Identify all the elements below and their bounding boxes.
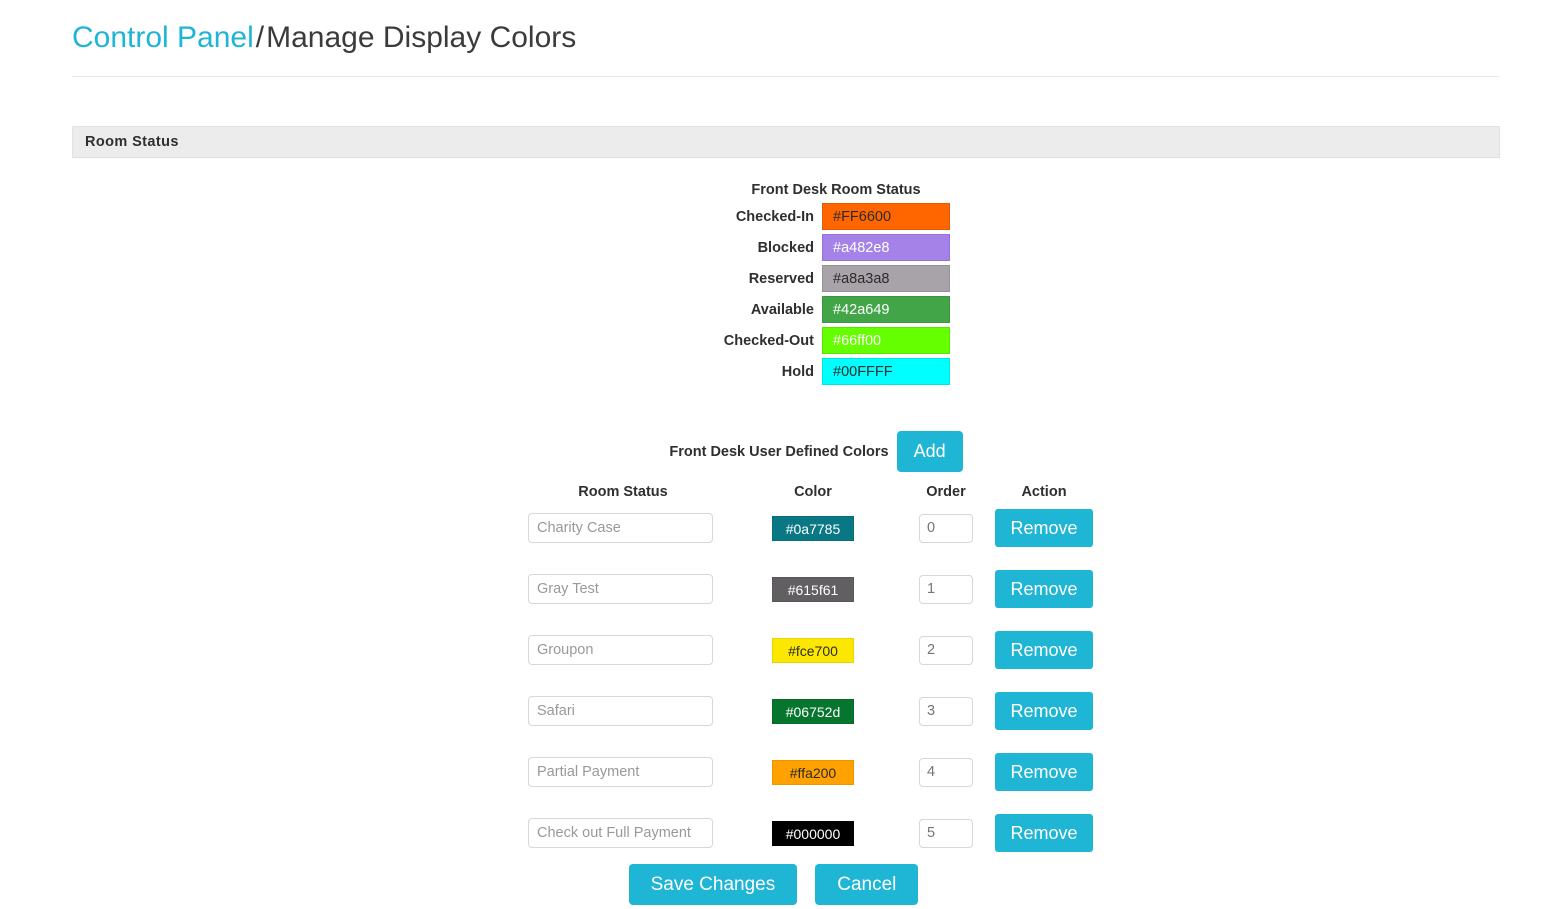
order-input[interactable]: [919, 818, 973, 848]
builtin-label-blocked: Blocked: [757, 239, 814, 256]
builtin-color-swatch-blocked[interactable]: #a482e8: [822, 234, 950, 261]
builtin-room-status-block: Front Desk Room Status Checked-In #FF660…: [72, 182, 1500, 385]
builtin-row: Checked-In #FF6600: [72, 203, 1500, 230]
column-header-action: Action: [1021, 484, 1067, 500]
cell-order: [908, 692, 984, 753]
builtin-section-title: Front Desk Room Status: [751, 182, 921, 198]
cell-order: [908, 753, 984, 814]
breadcrumb-separator: /: [255, 21, 265, 54]
remove-button[interactable]: Remove: [995, 814, 1093, 852]
remove-button[interactable]: Remove: [995, 509, 1093, 547]
builtin-row: Hold #00FFFF: [72, 358, 1500, 385]
page-title: Manage Display Colors: [266, 21, 577, 54]
room-status-input[interactable]: [528, 513, 713, 543]
user-defined-colors-table-wrapper: Room Status Color Order Action Charity C…: [72, 480, 1500, 875]
color-swatch[interactable]: #06752d: [772, 698, 854, 724]
column-header-color: Color: [794, 484, 832, 500]
builtin-color-swatch-hold[interactable]: #00FFFF: [822, 358, 950, 385]
cell-color: #ffa200: [718, 753, 908, 814]
builtin-label-reserved: Reserved: [748, 270, 814, 287]
cell-room-status: [528, 570, 718, 631]
table-body: #0a7785 Remove: [528, 509, 1104, 875]
room-status-input[interactable]: [528, 818, 713, 848]
cell-room-status: [528, 631, 718, 692]
cell-action: Remove: [984, 509, 1104, 570]
builtin-row: Blocked #a482e8: [72, 234, 1500, 261]
builtin-label-checked-in: Checked-In: [735, 208, 814, 225]
remove-button[interactable]: Remove: [995, 692, 1093, 730]
order-input[interactable]: [919, 635, 973, 665]
column-header-order: Order: [926, 484, 966, 500]
cell-action: Remove: [984, 570, 1104, 631]
cell-order: [908, 631, 984, 692]
panel-body: Front Desk Room Status Checked-In #FF660…: [72, 158, 1500, 875]
builtin-row: Checked-Out #66ff00: [72, 327, 1500, 354]
footer-actions: Save Changes Cancel: [0, 864, 1547, 905]
order-input[interactable]: [919, 513, 973, 543]
room-status-input[interactable]: [528, 574, 713, 604]
remove-button[interactable]: Remove: [995, 631, 1093, 669]
cell-color: #fce700: [718, 631, 908, 692]
builtin-label-checked-out: Checked-Out: [723, 332, 814, 349]
header-divider: [72, 76, 1500, 77]
color-swatch[interactable]: #000000: [772, 820, 854, 846]
room-status-input[interactable]: [528, 635, 713, 665]
color-swatch[interactable]: #ffa200: [772, 759, 854, 785]
user-defined-colors-block: Front Desk User Defined Colors Add Room …: [72, 431, 1500, 875]
user-defined-colors-table: Room Status Color Order Action Charity C…: [528, 480, 1104, 875]
remove-button[interactable]: Remove: [995, 570, 1093, 608]
page-header: Control Panel/Manage Display Colors: [0, 0, 1547, 72]
cancel-button[interactable]: Cancel: [815, 864, 919, 905]
order-input[interactable]: [919, 574, 973, 604]
cell-room-status: [528, 753, 718, 814]
table-row: #615f61 Remove: [528, 570, 1104, 631]
cell-color: #06752d: [718, 692, 908, 753]
cell-color: #0a7785: [718, 509, 908, 570]
breadcrumb-link-control-panel[interactable]: Control Panel: [72, 21, 254, 54]
table-head: Room Status Color Order Action: [528, 480, 1104, 509]
cell-room-status: [528, 692, 718, 753]
cell-action: Remove: [984, 692, 1104, 753]
builtin-color-swatch-available[interactable]: #42a649: [822, 296, 950, 323]
table-row: #ffa200 Remove: [528, 753, 1104, 814]
panel-heading: Room Status: [72, 126, 1500, 158]
user-defined-header-row: Front Desk User Defined Colors Add: [72, 431, 1500, 472]
cell-order: [908, 570, 984, 631]
cell-order: [908, 509, 984, 570]
column-header-room-status: Room Status: [578, 484, 668, 500]
add-button[interactable]: Add: [896, 431, 963, 472]
table-header-row: Room Status Color Order Action: [528, 480, 1104, 509]
builtin-label-available: Available: [750, 301, 814, 318]
table-row: #0a7785 Remove: [528, 509, 1104, 570]
table-row: #06752d Remove: [528, 692, 1104, 753]
panel-heading-title: Room Status: [85, 134, 179, 150]
builtin-color-swatch-checked-in[interactable]: #FF6600: [822, 203, 950, 230]
builtin-color-swatch-checked-out[interactable]: #66ff00: [822, 327, 950, 354]
room-status-input[interactable]: [528, 696, 713, 726]
cell-room-status: [528, 509, 718, 570]
builtin-row: Available #42a649: [72, 296, 1500, 323]
order-input[interactable]: [919, 757, 973, 787]
builtin-row: Reserved #a8a3a8: [72, 265, 1500, 292]
save-changes-button[interactable]: Save Changes: [628, 864, 798, 905]
cell-action: Remove: [984, 753, 1104, 814]
color-swatch[interactable]: #0a7785: [772, 515, 854, 541]
color-swatch[interactable]: #615f61: [772, 576, 854, 602]
table-row: #fce700 Remove: [528, 631, 1104, 692]
remove-button[interactable]: Remove: [995, 753, 1093, 791]
user-defined-section-title: Front Desk User Defined Colors: [669, 443, 889, 460]
order-input[interactable]: [919, 696, 973, 726]
builtin-label-hold: Hold: [781, 363, 814, 380]
breadcrumb: Control Panel/Manage Display Colors: [72, 18, 1547, 58]
color-swatch[interactable]: #fce700: [772, 637, 854, 663]
room-status-input[interactable]: [528, 757, 713, 787]
cell-color: #615f61: [718, 570, 908, 631]
cell-action: Remove: [984, 631, 1104, 692]
builtin-color-swatch-reserved[interactable]: #a8a3a8: [822, 265, 950, 292]
room-status-panel: Room Status Front Desk Room Status Check…: [72, 126, 1500, 875]
